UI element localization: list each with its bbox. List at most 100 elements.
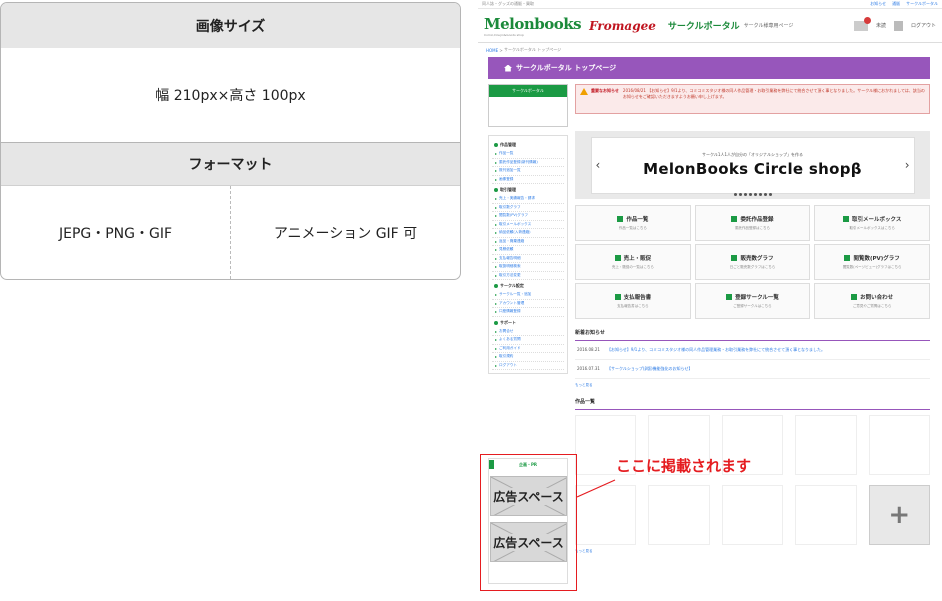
sidebar-item[interactable]: 閲覧数(PV)グラフ xyxy=(492,212,564,221)
page-title-bar: サークルポータル トップページ xyxy=(488,57,930,79)
section-icon xyxy=(494,188,498,192)
topbar-link-portal[interactable]: サークルポータル xyxy=(906,1,938,7)
news-date: 2016.08.21 xyxy=(577,347,600,352)
sidebar-item[interactable]: 既刊追加一覧 xyxy=(492,167,564,176)
menu-tile[interactable]: 支払報告書 支払報告書はこちら xyxy=(575,283,691,319)
sidebar-item[interactable]: 納品依頼(入荷連絡) xyxy=(492,229,564,238)
news-link[interactable]: 【サークルショップ(β版)機能強化のお知らせ】 xyxy=(607,366,692,372)
image-size-value: 幅 210px×高さ 100px xyxy=(1,48,460,143)
sidebar-menu: 作品管理作品一覧委託作品登録(新刊情報)既刊追加一覧画像登録取引管理売上・実績報… xyxy=(488,135,568,374)
sidebar-item[interactable]: お問合せ xyxy=(492,328,564,336)
page-title: サークルポータル トップページ xyxy=(516,64,617,72)
format-row: JEPG・PNG・GIF アニメーション GIF 可 xyxy=(1,186,460,279)
breadcrumb-home[interactable]: HOME xyxy=(486,48,498,53)
news-row: 2016.07.31 【サークルショップ(β版)機能強化のお知らせ】 xyxy=(575,360,930,379)
works-grid: + xyxy=(575,415,930,545)
news-row: 2016.08.21 【お知らせ】9/1より、コミコミスタジオ様の同人作品管理業務… xyxy=(575,341,930,360)
news-heading: 新着お知らせ xyxy=(575,329,930,341)
tile-subtitle: 日ごと販売数グラフはこちら xyxy=(729,265,776,269)
portal-subtitle: サークル様専用ページ xyxy=(743,23,794,29)
chevron-left-icon[interactable]: ‹ xyxy=(596,158,601,172)
format-static: JEPG・PNG・GIF xyxy=(1,186,231,279)
callout-line xyxy=(577,479,616,498)
mail-label[interactable]: 未読 xyxy=(876,22,886,29)
sidebar-item[interactable]: サークル一覧・追加 xyxy=(492,291,564,300)
menu-tile[interactable]: 委託作品登録委託作品登録はこちら xyxy=(694,205,811,241)
news-date: 2016.07.31 xyxy=(577,366,600,371)
menu-tile[interactable]: 取引メールボックス 取引メールボックスはこちら xyxy=(814,205,930,241)
tile-title: 作品一覧 xyxy=(617,215,648,223)
sidebar-item[interactable]: 見積依頼 xyxy=(492,246,564,255)
section-icon xyxy=(494,320,498,325)
tile-subtitle: 委託作品登録はこちら xyxy=(734,226,770,230)
works-more-link[interactable]: もっと見る xyxy=(575,549,930,554)
menu-tile[interactable]: お問い合わせご意見やご質問はこちら xyxy=(814,283,930,319)
tile-subtitle: ご登録サークルはこちら xyxy=(733,304,772,308)
menu-tile[interactable]: 売上・販促 売上・販促の一覧はこちら xyxy=(575,244,691,280)
work-thumbnail[interactable] xyxy=(795,485,857,545)
news-list: 2016.08.21 【お知らせ】9/1より、コミコミスタジオ様の同人作品管理業務… xyxy=(575,341,930,379)
news-link[interactable]: 【お知らせ】9/1より、コミコミスタジオ様の同人作品管理業務・お取引業務を弊社に… xyxy=(607,347,825,353)
sidebar-item[interactable]: アカウント管理 xyxy=(492,300,564,308)
menu-tile[interactable]: 作品一覧作品一覧はこちら xyxy=(575,205,691,241)
site-header: Melonbooks Comic,Doujin&Goods shop Froma… xyxy=(478,9,942,43)
work-thumbnail[interactable] xyxy=(795,415,857,475)
sidebar-item[interactable]: 口座情報登録 xyxy=(492,308,564,317)
tile-subtitle: 作品一覧はこちら xyxy=(618,226,647,230)
tile-title: 取引メールボックス xyxy=(843,215,901,223)
tile-title: 販売数グラフ xyxy=(731,254,773,262)
ad-highlight-frame xyxy=(480,454,577,591)
main-content: 重要なお知らせ 2016/08/21 【お知らせ】9/1より、コミコミスタジオ様… xyxy=(575,84,930,554)
sidebar-item[interactable]: 取扱明細検索 xyxy=(492,263,564,272)
fromagee-logo[interactable]: Fromagee xyxy=(589,19,656,33)
chevron-right-icon[interactable]: › xyxy=(905,158,910,172)
menu-tile[interactable]: 閲覧数(PV)グラフ 閲覧数(ページビュー)グラフはこちら xyxy=(814,244,930,280)
topbar-link-shop[interactable]: 通販 xyxy=(892,1,900,7)
sidebar-item[interactable]: 取引数グラフ xyxy=(492,204,564,212)
sidebar-item[interactable]: 委託作品登録(新刊情報) xyxy=(492,159,564,167)
sidebar-head: サークルポータル xyxy=(489,85,567,97)
menu-tile[interactable]: 登録サークル一覧ご登録サークルはこちら xyxy=(694,283,811,319)
sidebar-item[interactable]: よくある質問 xyxy=(492,336,564,345)
tile-title: お問い合わせ xyxy=(851,293,893,301)
tile-subtitle: ご意見やご質問はこちら xyxy=(852,304,892,308)
tile-title: 登録サークル一覧 xyxy=(726,293,779,301)
tile-title: 支払報告書 xyxy=(615,293,652,301)
topbar-link-news[interactable]: お知らせ xyxy=(870,1,886,7)
sidebar-item[interactable]: 返品・廃棄連絡 xyxy=(492,238,564,246)
melonbooks-logo[interactable]: Melonbooks Comic,Doujin&Goods shop xyxy=(484,15,582,37)
notice-title: 重要なお知らせ xyxy=(591,88,619,93)
tile-title: 委託作品登録 xyxy=(731,215,773,223)
mail-icon[interactable] xyxy=(853,16,871,31)
notice-text[interactable]: 2016/08/21 【お知らせ】9/1より、コミコミスタジオ様の同人作品管理・… xyxy=(623,88,925,110)
sidebar-item[interactable]: ご利用ガイド xyxy=(492,345,564,353)
work-thumbnail[interactable] xyxy=(868,415,930,475)
sidebar-section-title: 取引管理 xyxy=(492,187,564,193)
sidebar-item[interactable]: 取引メールボックス xyxy=(492,221,564,229)
sidebar-item[interactable]: 売上・実績報告・請求 xyxy=(492,195,564,204)
menu-tile[interactable]: 販売数グラフ日ごと販売数グラフはこちら xyxy=(694,244,811,280)
banner-caption: サークル1人1人が自分の「オリジナルショップ」を作る xyxy=(702,152,803,157)
sidebar-item[interactable]: 取引規約 xyxy=(492,353,564,362)
works-heading: 作品一覧 xyxy=(575,398,930,410)
sidebar-item[interactable]: 支払報告明細 xyxy=(492,255,564,263)
work-thumbnail[interactable] xyxy=(648,485,710,545)
menu-tiles: 作品一覧 作品一覧はこちら 委託作品登録 委託作品登録はこちら 取引メールボックス 取引メ… xyxy=(575,205,930,319)
circle-shop-banner[interactable]: ‹ サークル1人1人が自分の「オリジナルショップ」を作る MelonBooks … xyxy=(590,136,915,194)
logout-icon[interactable] xyxy=(893,20,903,31)
portal-title: サークルポータル xyxy=(667,22,740,32)
logout-label[interactable]: ログアウト xyxy=(911,22,936,29)
format-header: フォーマット xyxy=(1,143,460,186)
news-more-link[interactable]: もっと見る xyxy=(575,383,930,388)
sidebar-item[interactable]: 画像登録 xyxy=(492,176,564,184)
work-thumbnail[interactable] xyxy=(721,485,784,545)
add-work-button[interactable]: + xyxy=(868,485,930,545)
warning-icon xyxy=(580,88,588,95)
sidebar-item[interactable]: 作品一覧 xyxy=(492,150,564,159)
carousel-dots[interactable] xyxy=(733,193,772,196)
sidebar-item[interactable]: ログアウト xyxy=(492,362,564,370)
home-icon xyxy=(504,64,512,72)
sidebar-section-title: サポート xyxy=(492,320,564,326)
sidebar-item[interactable]: 取引方法変更 xyxy=(492,272,564,280)
sidebar-section-title: サークル設定 xyxy=(492,283,564,289)
